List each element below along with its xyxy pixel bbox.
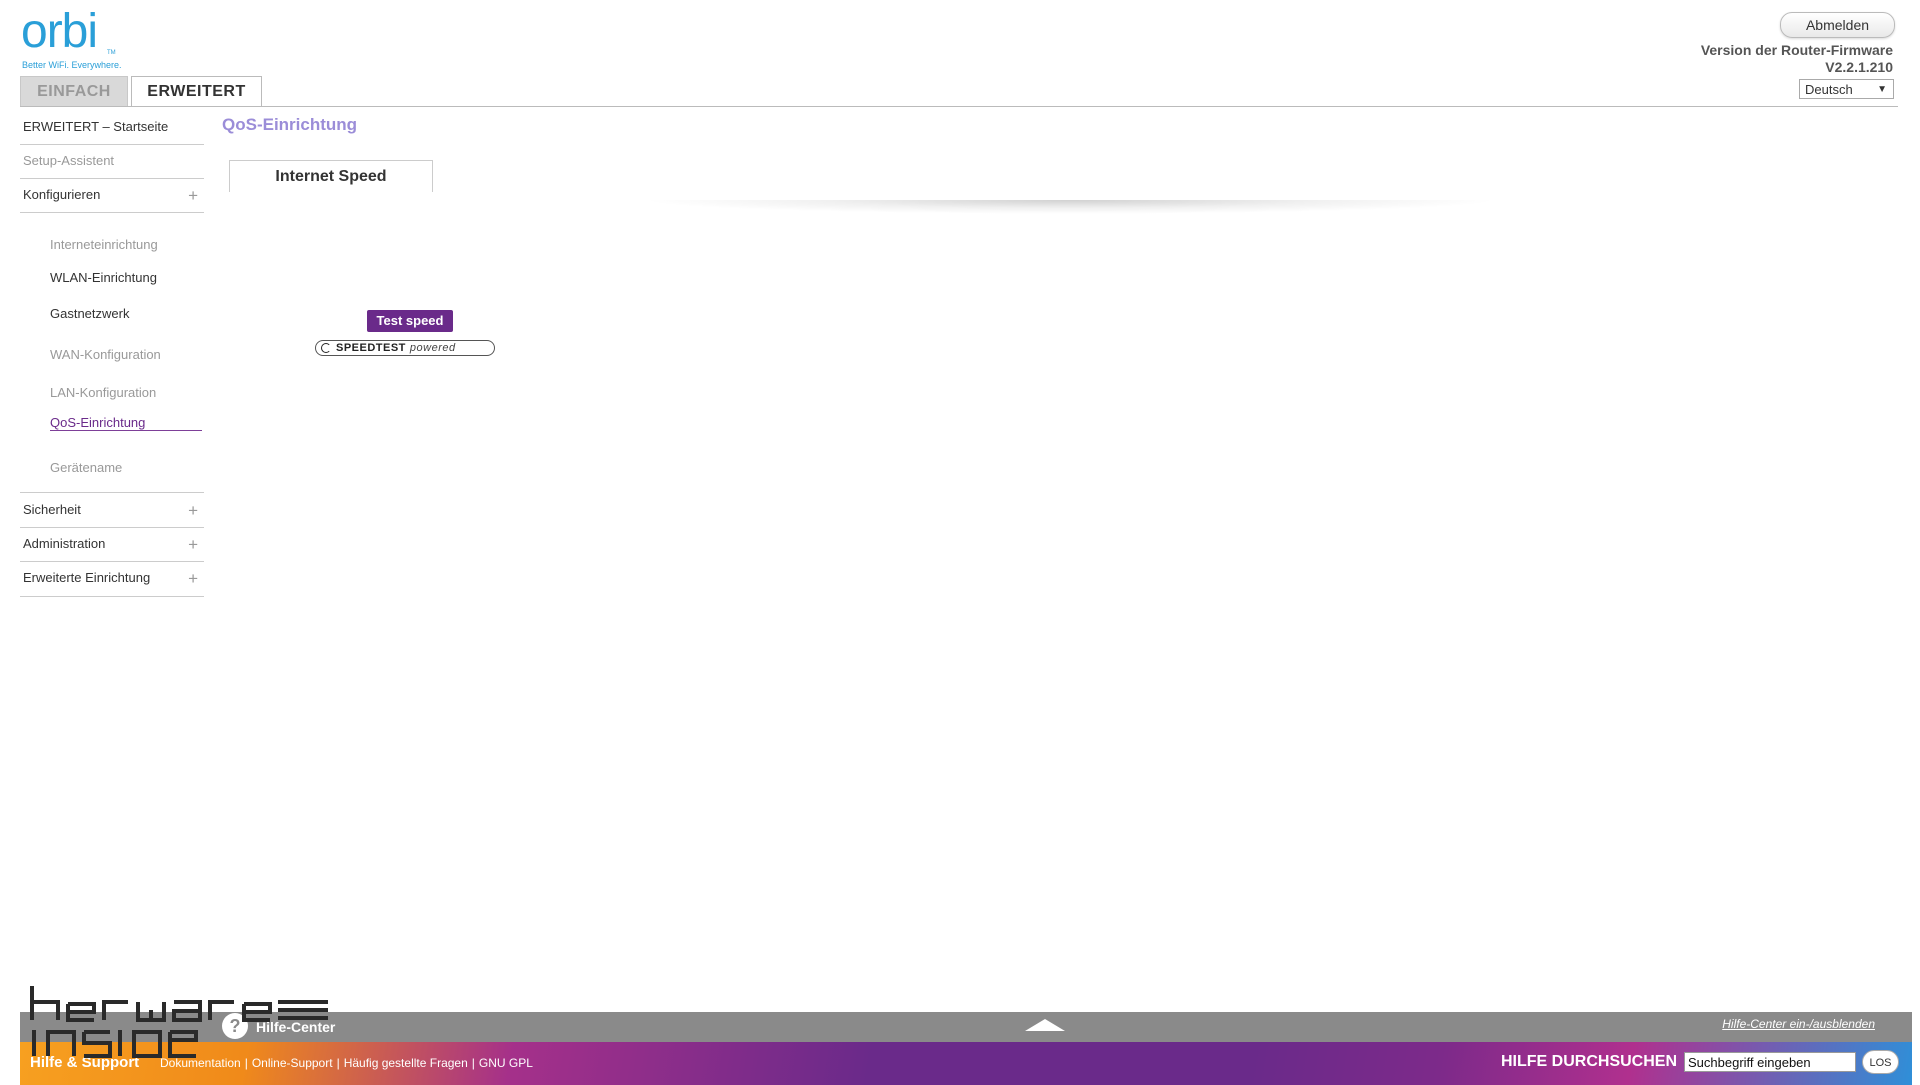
expand-plus-icon[interactable]: + <box>188 569 198 589</box>
sidebar-divider <box>20 527 204 528</box>
help-search-button[interactable]: LOS <box>1862 1050 1899 1074</box>
logo-tagline: Better WiFi. Everywhere. <box>22 60 122 70</box>
sidebar-item-label: Konfigurieren <box>23 187 101 202</box>
language-select[interactable]: Deutsch ▼ <box>1799 79 1894 99</box>
logo-trademark: TM <box>107 50 116 56</box>
sidebar-divider <box>20 561 204 562</box>
language-value: Deutsch <box>1805 82 1853 97</box>
dropdown-arrow-icon: ▼ <box>1877 84 1887 95</box>
firmware-version: V2.2.1.210 <box>1825 59 1893 75</box>
orbi-logo: orbi TM Better WiFi. Everywhere. <box>21 5 131 72</box>
sidebar-sub-guest[interactable]: Gastnetzwerk <box>50 306 129 321</box>
sidebar-sub-wan[interactable]: WAN-Konfiguration <box>50 347 161 362</box>
tab-divider <box>20 106 1898 107</box>
page-title: QoS-Einrichtung <box>222 115 358 134</box>
logout-button[interactable]: Abmelden <box>1780 12 1895 38</box>
sidebar-item-label: Administration <box>23 536 106 551</box>
watermark-logo <box>30 986 328 1058</box>
active-indicator <box>50 430 202 431</box>
sidebar-item-home[interactable]: ERWEITERT – Startseite <box>20 119 204 134</box>
link-gnu-gpl[interactable]: GNU GPL <box>479 1056 533 1070</box>
sidebar-sub-wlan[interactable]: WLAN-Einrichtung <box>50 270 157 285</box>
sidebar-sub-internet[interactable]: Interneteinrichtung <box>50 237 158 252</box>
sidebar-divider <box>20 144 204 145</box>
speedtest-brand: SPEEDTEST <box>336 342 406 354</box>
sidebar-item-security[interactable]: Sicherheit + <box>20 501 204 520</box>
tab-simple[interactable]: EINFACH <box>20 76 128 107</box>
speedtest-powered: powered <box>409 342 456 354</box>
sidebar-divider <box>20 596 204 597</box>
sidebar-divider <box>20 178 204 179</box>
sidebar-item-advanced-setup[interactable]: Erweiterte Einrichtung + <box>20 569 204 588</box>
sidebar-divider <box>20 492 204 493</box>
sidebar-divider <box>20 212 204 213</box>
expand-plus-icon[interactable]: + <box>188 535 198 555</box>
content-shadow <box>640 200 1500 214</box>
sidebar-sub-lan[interactable]: LAN-Konfiguration <box>50 385 156 400</box>
expand-plus-icon[interactable]: + <box>188 186 198 206</box>
speedtest-gauge-icon <box>321 343 331 353</box>
expand-up-arrow-icon[interactable] <box>1025 1019 1065 1031</box>
sidebar-item-administration[interactable]: Administration + <box>20 535 204 554</box>
sidebar-item-label: Sicherheit <box>23 502 81 517</box>
sidebar-item-setup-wizard[interactable]: Setup-Assistent <box>20 153 204 168</box>
expand-plus-icon[interactable]: + <box>188 501 198 521</box>
tab-advanced[interactable]: ERWEITERT <box>131 76 262 107</box>
speedtest-badge: SPEEDTEST powered <box>315 340 495 356</box>
help-center-toggle-link[interactable]: Hilfe-Center ein-/ausblenden <box>1722 1017 1875 1031</box>
sidebar-sub-qos[interactable]: QoS-Einrichtung <box>50 415 145 430</box>
test-speed-button[interactable]: Test speed <box>367 310 453 332</box>
firmware-label: Version der Router-Firmware <box>1700 42 1893 58</box>
tab-internet-speed[interactable]: Internet Speed <box>229 160 433 192</box>
sidebar-sub-device-name[interactable]: Gerätename <box>50 460 122 475</box>
sidebar-item-label: Erweiterte Einrichtung <box>23 570 151 585</box>
logo-text: orbi <box>21 5 98 58</box>
help-search-input[interactable]: Suchbegriff eingeben <box>1684 1052 1856 1072</box>
sidebar-item-configure[interactable]: Konfigurieren + <box>20 186 204 205</box>
help-search-title: HILFE DURCHSUCHEN <box>1501 1053 1677 1070</box>
